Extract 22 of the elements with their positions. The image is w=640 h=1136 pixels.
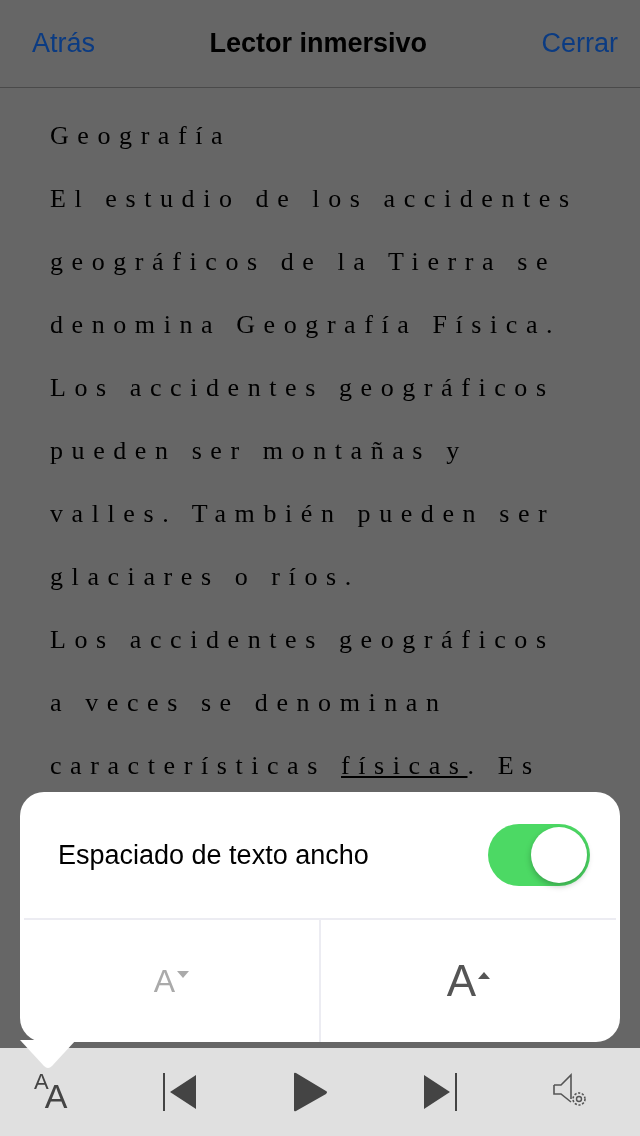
reading-text-line: denomina Geografía Física. [50,309,563,341]
previous-icon[interactable] [161,1072,198,1112]
next-icon[interactable] [421,1072,458,1112]
reading-text-line: valles. También pueden ser [50,498,557,530]
caret-up-icon [478,971,491,979]
reading-text-line: características físicas. Es [50,750,542,782]
reading-text-line: Geografía [50,120,233,152]
reading-text-line: glaciares o ríos. [50,561,361,593]
close-link[interactable]: Cerrar [541,28,618,59]
reading-text-line: Los accidentes geográficos [50,624,556,656]
caret-down-icon [177,971,190,979]
increase-font-button[interactable]: A [319,920,616,1042]
reading-text-line: a veces se denominan [50,687,449,719]
reading-text-line: Los accidentes geográficos [50,372,556,404]
screen-title: Lector inmersivo [209,28,428,59]
reading-text-line: geográficos de la Tierra se [50,246,558,278]
reading-text-line: pueden ser montañas y [50,435,469,467]
toggle-label: Espaciado de texto ancho [58,839,369,871]
reading-text-line: El estudio de los accidentes [50,183,579,215]
play-icon[interactable] [291,1072,328,1112]
back-link[interactable]: Atrás [32,28,96,59]
toggle-switch[interactable] [488,824,590,886]
